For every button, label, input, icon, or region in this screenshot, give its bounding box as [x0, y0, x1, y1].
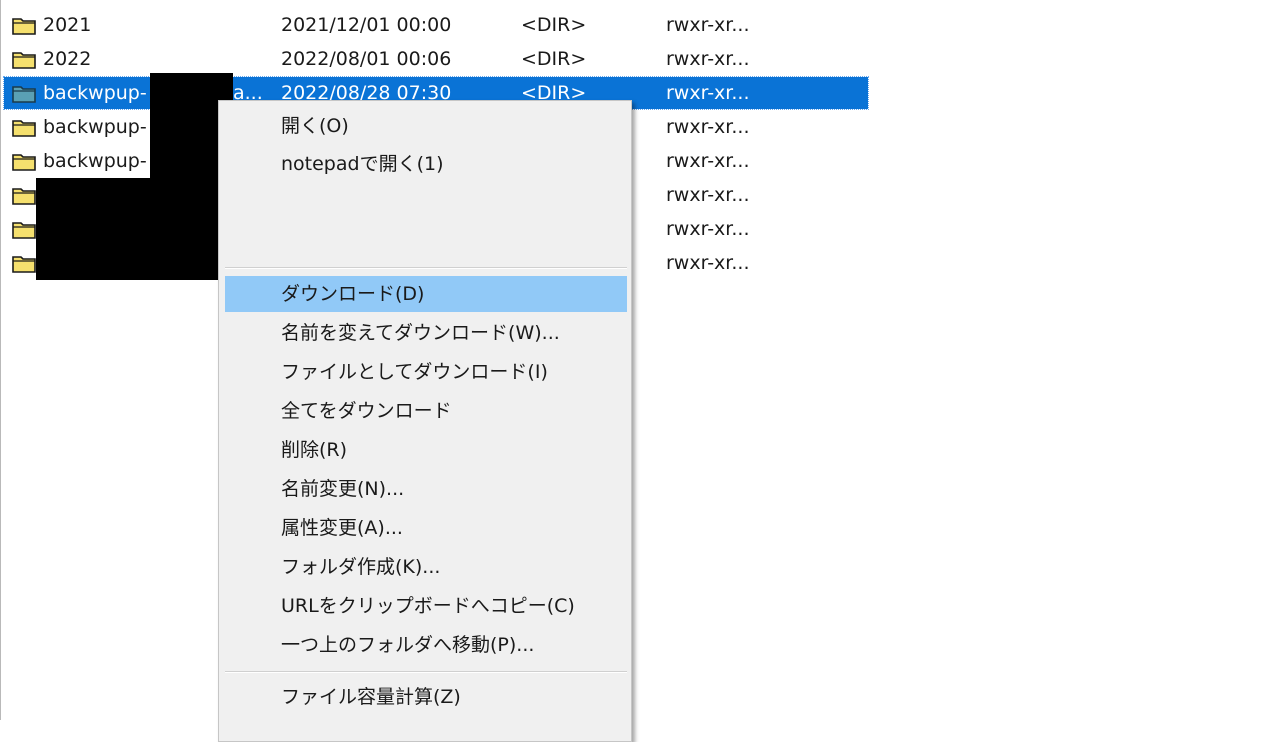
- menu-item-label: notepadで開く(1): [281, 153, 444, 175]
- file-list[interactable]: 2021 2021/12/01 00:00 <DIR> rwxr-xr... 2…: [0, 0, 1280, 720]
- file-name: 2021: [43, 14, 92, 36]
- menu-item-label: URLをクリップボードへコピー(C): [281, 595, 575, 617]
- menu-item-download-all[interactable]: 全てをダウンロード: [225, 393, 627, 429]
- menu-item-parent-folder[interactable]: 一つ上のフォルダへ移動(P)...: [225, 627, 627, 663]
- menu-item-label: ファイル容量計算(Z): [281, 686, 461, 708]
- folder-icon: [12, 86, 36, 103]
- folder-icon: [12, 18, 36, 35]
- file-permission: rwxr-xr...: [666, 184, 750, 206]
- menu-separator: [225, 267, 627, 269]
- file-permission: rwxr-xr...: [666, 82, 750, 104]
- file-name: 2022: [43, 48, 92, 70]
- file-size: <DIR>: [521, 48, 587, 70]
- file-size: <DIR>: [521, 14, 587, 36]
- folder-icon: [12, 256, 36, 273]
- menu-item-label: フォルダ作成(K)...: [281, 556, 441, 578]
- file-row-2022[interactable]: 2022 2022/08/01 00:06 <DIR> rwxr-xr...: [4, 43, 868, 75]
- menu-item-label: 一つ上のフォルダへ移動(P)...: [281, 634, 535, 656]
- context-menu[interactable]: 開く(O) notepadで開く(1) ダウンロード(D) 名前を変えてダウンロ…: [218, 100, 632, 742]
- menu-item-label: 全てをダウンロード: [281, 400, 452, 422]
- menu-item-calc-size[interactable]: ファイル容量計算(Z): [225, 679, 627, 715]
- folder-icon: [12, 120, 36, 137]
- menu-item-rename-download[interactable]: 名前を変えてダウンロード(W)...: [225, 315, 627, 351]
- menu-item-change-attributes[interactable]: 属性変更(A)...: [225, 510, 627, 546]
- file-name: backwpup-: [43, 150, 147, 172]
- folder-icon: [12, 154, 36, 171]
- menu-item-label: 名前変更(N)...: [281, 478, 405, 500]
- file-permission: rwxr-xr...: [666, 48, 750, 70]
- redaction-block: [36, 178, 232, 280]
- menu-item-open[interactable]: 開く(O): [225, 108, 627, 144]
- file-date: 2021/12/01 00:00: [281, 14, 452, 36]
- file-permission: rwxr-xr...: [666, 116, 750, 138]
- menu-item-label: ファイルとしてダウンロード(I): [281, 361, 548, 383]
- menu-item-open-notepad[interactable]: notepadで開く(1): [225, 146, 627, 182]
- menu-item-download-as-file[interactable]: ファイルとしてダウンロード(I): [225, 354, 627, 390]
- menu-item-label: 名前を変えてダウンロード(W)...: [281, 322, 560, 344]
- file-permission: rwxr-xr...: [666, 14, 750, 36]
- menu-item-create-folder[interactable]: フォルダ作成(K)...: [225, 549, 627, 585]
- menu-item-rename[interactable]: 名前変更(N)...: [225, 471, 627, 507]
- menu-item-label: 削除(R): [281, 439, 348, 461]
- menu-item-label: 属性変更(A)...: [281, 517, 403, 539]
- file-name: backwpup-: [43, 116, 147, 138]
- file-permission: rwxr-xr...: [666, 150, 750, 172]
- file-row-2021[interactable]: 2021 2021/12/01 00:00 <DIR> rwxr-xr...: [4, 9, 868, 41]
- file-date: 2022/08/01 00:06: [281, 48, 452, 70]
- file-permission: rwxr-xr...: [666, 218, 750, 240]
- menu-item-download[interactable]: ダウンロード(D): [225, 276, 627, 312]
- folder-icon: [12, 52, 36, 69]
- menu-separator: [225, 671, 627, 673]
- menu-item-label: 開く(O): [281, 115, 349, 137]
- folder-icon: [12, 222, 36, 239]
- file-permission: rwxr-xr...: [666, 252, 750, 274]
- file-name: backwpup-: [43, 82, 147, 104]
- menu-item-label: ダウンロード(D): [281, 283, 425, 305]
- menu-item-copy-url[interactable]: URLをクリップボードへコピー(C): [225, 588, 627, 624]
- menu-item-delete[interactable]: 削除(R): [225, 432, 627, 468]
- folder-icon: [12, 188, 36, 205]
